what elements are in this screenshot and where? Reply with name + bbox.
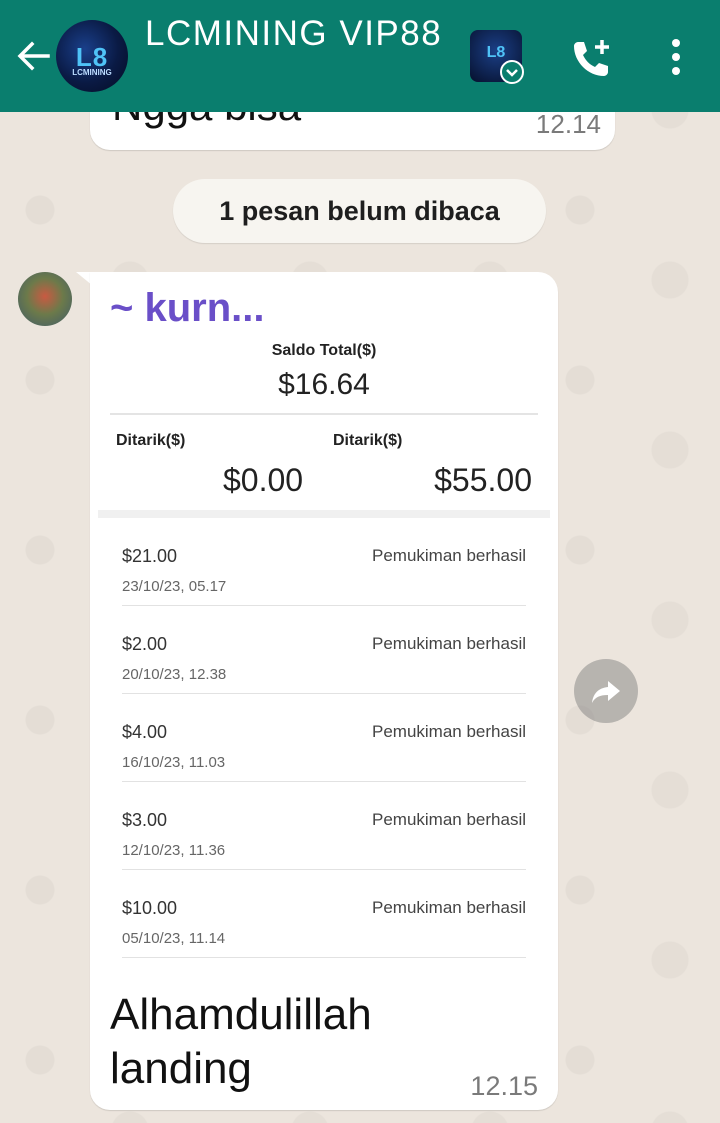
transaction-row: $2.00 20/10/23, 12.38 Pemukiman berhasil [122,606,526,694]
divider [110,413,538,415]
saldo-label: Saldo Total($) [271,342,377,359]
forward-icon [592,681,620,703]
sender-name[interactable]: ~ kurn... [110,286,265,331]
avatar-logo-subtext: LCMINING [72,68,112,77]
transaction-amount: $4.00 [122,722,168,742]
more-vert-icon[interactable] [660,36,692,80]
transaction-amount: $3.00 [122,810,168,830]
chevron-down-icon [500,60,524,84]
arrow-left-icon[interactable] [14,36,54,76]
transaction-date: 16/10/23, 11.03 [122,754,226,771]
add-call-icon[interactable] [568,34,616,82]
transaction-amount: $21.00 [122,546,178,566]
message-caption: Alhamdulillah landing [110,988,372,1096]
app-bar: L8 LCMINING LCMINING VIP88 L8 [0,0,720,112]
message-time: 12.15 [470,1071,538,1101]
transaction-date: 12/10/23, 11.36 [122,842,226,859]
unread-banner: 1 pesan belum dibaca [173,179,546,243]
transaction-status: Pemukiman berhasil [371,898,526,917]
transaction-status: Pemukiman berhasil [371,722,526,741]
transaction-date: 05/10/23, 11.14 [122,930,226,947]
video-call-button[interactable]: L8 [470,30,524,84]
transaction-row: $3.00 12/10/23, 11.36 Pemukiman berhasil [122,782,526,870]
forward-button[interactable] [574,659,638,723]
transaction-status: Pemukiman berhasil [371,546,526,565]
caption-line-1: Alhamdulillah [110,990,372,1039]
transaction-row: $4.00 16/10/23, 11.03 Pemukiman berhasil [122,694,526,782]
transaction-status: Pemukiman berhasil [371,634,526,653]
saldo-value: $16.64 [278,368,370,401]
section-divider [98,510,550,518]
transaction-list: $21.00 23/10/23, 05.17 Pemukiman berhasi… [122,518,526,958]
chat-title[interactable]: LCMINING VIP88 [145,14,442,54]
caption-line-2: landing [110,1044,252,1093]
transaction-amount: $10.00 [122,898,178,918]
shared-screenshot[interactable]: Saldo Total($) $16.64 Ditarik($) Ditarik… [98,338,550,972]
transaction-status: Pemukiman berhasil [371,810,526,829]
previous-message-time: 12.14 [535,109,601,139]
transaction-amount: $2.00 [122,634,168,654]
image-message-bubble[interactable]: ~ kurn... Saldo Total($) $16.64 Ditarik(… [90,272,558,1110]
ditarik-label-2: Ditarik($) [333,432,403,449]
ditarik-value-1: $0.00 [223,462,304,498]
ditarik-value-2: $55.00 [434,462,532,498]
transaction-row: $10.00 05/10/23, 11.14 Pemukiman berhasi… [122,870,526,958]
sender-avatar[interactable] [18,272,72,326]
contact-avatar[interactable]: L8 LCMINING [56,20,128,92]
transaction-row: $21.00 23/10/23, 05.17 Pemukiman berhasi… [122,518,526,606]
ditarik-label-1: Ditarik($) [116,432,186,449]
transaction-date: 20/10/23, 12.38 [122,666,227,683]
transaction-date: 23/10/23, 05.17 [122,578,227,595]
